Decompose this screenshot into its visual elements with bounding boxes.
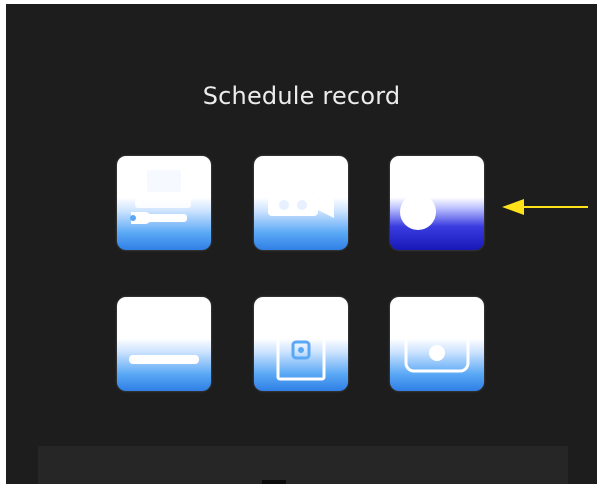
camera-icon <box>268 192 334 218</box>
bottom-status-bar <box>38 446 568 484</box>
box-icon <box>404 319 470 373</box>
dvr-menu-screen: Schedule record <box>6 4 597 484</box>
menu-tile-camera[interactable] <box>254 156 348 250</box>
tools-icon <box>130 170 191 224</box>
download-icon <box>129 307 199 364</box>
clock-icon <box>400 170 466 230</box>
disk-icon <box>276 317 326 381</box>
bottom-indicator <box>262 480 286 484</box>
menu-tile-tools[interactable] <box>117 156 211 250</box>
menu-tile-box[interactable] <box>390 297 484 391</box>
page-title: Schedule record <box>202 82 401 110</box>
menu-tile-download[interactable] <box>117 297 211 391</box>
menu-tile-schedule-record[interactable] <box>390 156 484 250</box>
menu-tile-disk[interactable] <box>254 297 348 391</box>
